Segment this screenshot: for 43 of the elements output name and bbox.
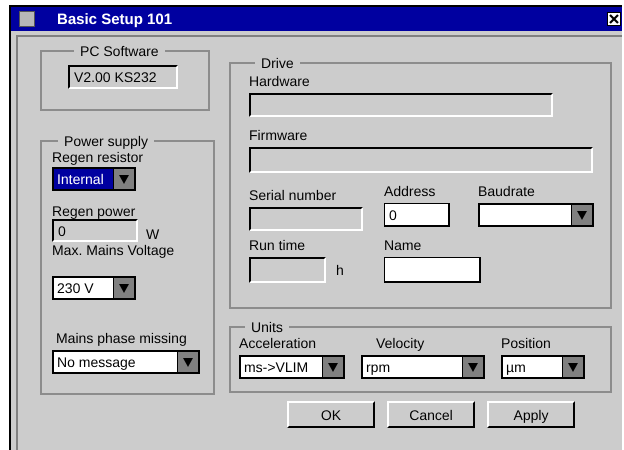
field-label: Hardware <box>249 73 311 89</box>
field-label: Regen power <box>52 203 136 219</box>
close-icon <box>609 14 619 24</box>
caret-icon <box>119 284 129 292</box>
field-label: Baudrate <box>478 183 536 199</box>
field-label: Name <box>384 237 422 253</box>
field-label: Address <box>384 183 436 199</box>
window-menu-icon[interactable] <box>19 11 35 27</box>
dropdown[interactable]: rpm <box>361 355 485 379</box>
dropdown[interactable]: Internal <box>52 167 136 191</box>
field-label: Serial number <box>249 187 338 203</box>
input-field[interactable] <box>384 257 481 283</box>
dropdown[interactable]: 230 V <box>52 276 136 300</box>
caret-icon <box>119 174 129 184</box>
unit-label: h <box>336 262 344 278</box>
caret-icon <box>468 362 478 372</box>
dropdown[interactable]: No message <box>52 350 200 374</box>
field-label: Firmware <box>249 127 308 143</box>
field-label: Max. Mains Voltage <box>52 242 176 258</box>
caret-icon <box>183 358 193 366</box>
field-label: Run time <box>249 237 306 253</box>
caret-icon <box>577 210 587 220</box>
caret-icon <box>568 362 578 372</box>
field-label: Mains phase missing <box>56 330 188 346</box>
dialog-button[interactable]: Cancel <box>387 401 475 428</box>
dropdown[interactable]: ms->VLIM <box>239 355 345 379</box>
dropdown[interactable] <box>478 203 594 227</box>
field-label: Acceleration <box>239 335 318 351</box>
field-label: Regen resistor <box>52 149 144 165</box>
field-label: Position <box>501 335 552 351</box>
input-field[interactable]: 0 <box>384 203 450 227</box>
dropdown[interactable]: µm <box>501 355 585 379</box>
dialog-button[interactable]: Apply <box>487 401 575 428</box>
unit-label: W <box>146 226 160 242</box>
caret-icon <box>328 362 338 372</box>
window-title: Basic Setup 101 <box>57 10 174 28</box>
close-button[interactable] <box>607 12 621 26</box>
group-title: PC Software <box>79 43 160 59</box>
dialog-button[interactable]: OK <box>287 401 375 428</box>
field-label: Velocity <box>376 335 426 351</box>
group-title: Drive <box>260 55 295 71</box>
group-title: Units <box>250 319 284 335</box>
group-title: Power supply <box>63 133 150 149</box>
